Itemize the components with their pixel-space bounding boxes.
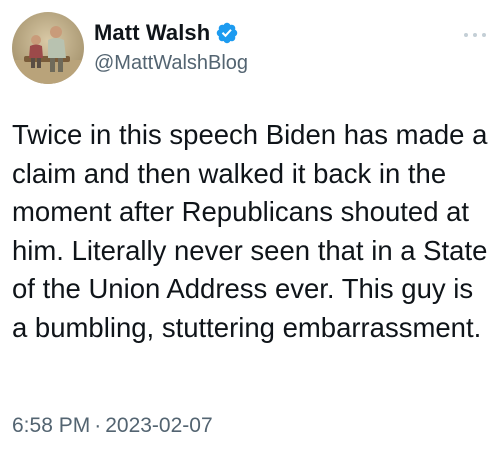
- more-dot: [473, 33, 477, 37]
- tweet-card: Matt Walsh @MattWalshBlog Twice in this …: [0, 0, 500, 455]
- more-options-icon[interactable]: [464, 30, 486, 40]
- more-dot: [464, 33, 468, 37]
- avatar[interactable]: [12, 12, 84, 84]
- profile-photo: [12, 12, 84, 84]
- tweet-timestamp[interactable]: 6:58 PM · 2023-02-07: [12, 414, 213, 438]
- tweet-text: Twice in this speech Biden has made a cl…: [12, 119, 496, 343]
- author-name-row: Matt Walsh: [94, 18, 239, 48]
- tweet-date: 2023-02-07: [105, 414, 213, 437]
- more-dot: [482, 33, 486, 37]
- verified-badge-icon: [215, 21, 239, 45]
- display-name[interactable]: Matt Walsh: [94, 20, 210, 46]
- timestamp-separator: ·: [94, 414, 102, 437]
- author-handle[interactable]: @MattWalshBlog: [94, 52, 248, 75]
- tweet-time: 6:58 PM: [12, 414, 91, 437]
